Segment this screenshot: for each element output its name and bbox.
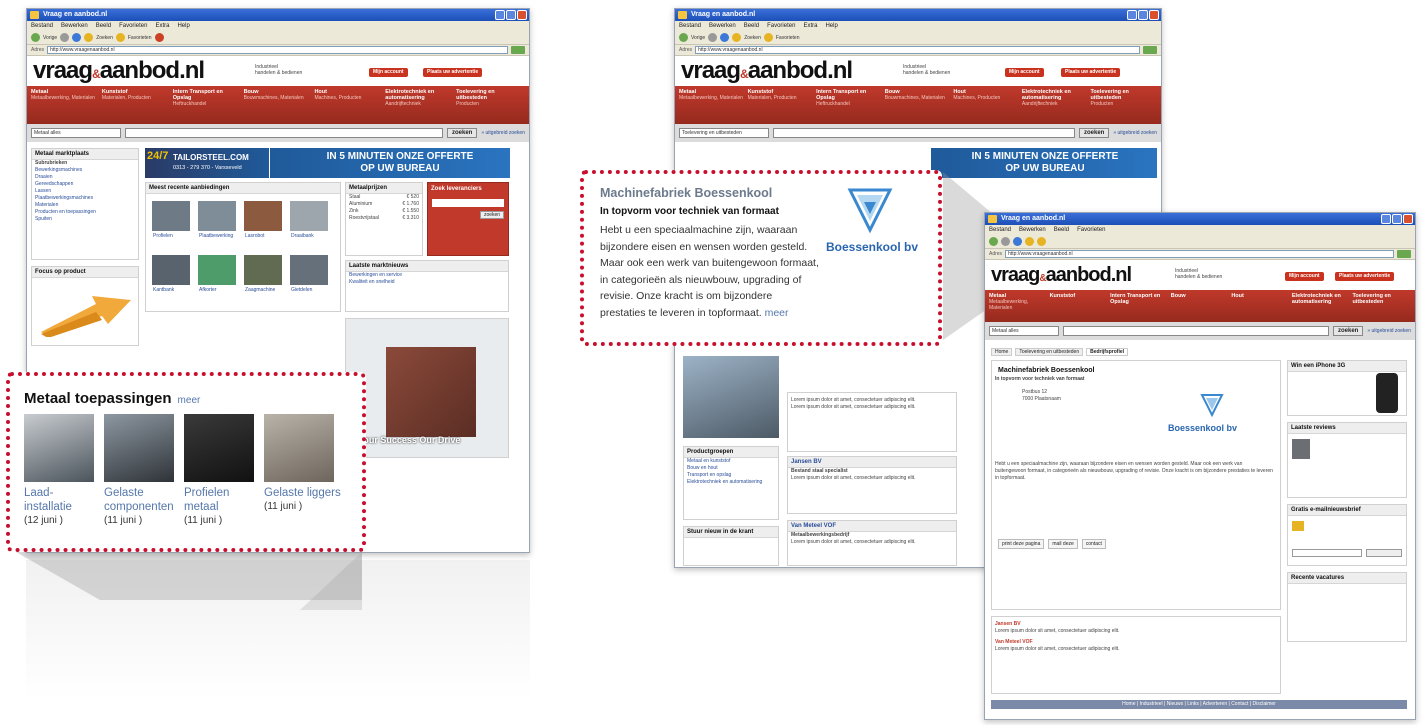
- breadcrumb-item[interactable]: Toelevering en uitbesteden: [1015, 348, 1084, 356]
- envelope-icon: [1292, 521, 1304, 531]
- forward-icon[interactable]: [1001, 237, 1010, 246]
- list-company-name[interactable]: Jansen BV: [992, 621, 1280, 628]
- breadcrumb: Home Toelevering en uitbesteden Bedrijfs…: [991, 348, 1129, 356]
- profile-tagline: In topvorm voor techniek van formaat: [995, 376, 1085, 382]
- search-icon[interactable]: [1025, 237, 1034, 246]
- address-input[interactable]: http://www.vraagenaanbod.nl: [1005, 250, 1394, 258]
- breadcrumb-item[interactable]: Bedrijfsprofiel: [1086, 348, 1129, 356]
- iphone-image: [1376, 373, 1398, 413]
- window-title: Vraag en aanbod.nl: [1001, 215, 1066, 222]
- profile-company-name: Machinefabriek Boessenkool: [998, 367, 1095, 374]
- site-footer: Home | Industrieel | Nieuws | Links | Ad…: [991, 700, 1407, 709]
- close-button[interactable]: [1403, 214, 1413, 224]
- search-row: Metaal alles zoeken » uitgebreid zoeken: [985, 322, 1415, 340]
- nav-item-kunststof[interactable]: Kunststof: [1050, 293, 1109, 319]
- browser-toolbar: [985, 235, 1415, 249]
- site-header: vraag&aanbod.nl Industrieel handelen & be…: [985, 260, 1415, 290]
- newsletter-submit-button[interactable]: [1366, 549, 1402, 557]
- profile-body: Hebt u een speciaalmachine zijn, waaraan…: [995, 461, 1273, 481]
- place-ad-button[interactable]: Plaats uw advertentie: [1335, 272, 1395, 281]
- menu-item[interactable]: Favorieten: [1077, 225, 1105, 235]
- nav-item-toelevering[interactable]: Toelevering en uitbesteden: [1352, 293, 1411, 319]
- search-button[interactable]: zoeken: [1333, 326, 1364, 336]
- reviews-panel: Laatste reviews: [1287, 422, 1407, 498]
- boessenkool-logo-icon: [1200, 394, 1224, 418]
- menu-item[interactable]: Bestand: [989, 225, 1011, 235]
- callout-more-link[interactable]: meer: [765, 307, 789, 319]
- callout-boessenkool: Machinefabriek Boessenkool In topvorm vo…: [580, 170, 942, 346]
- callout-tagline: In topvorm voor techniek van formaat: [600, 206, 779, 217]
- list-company-name[interactable]: Van Meteel VOF: [992, 639, 1280, 646]
- back-icon[interactable]: [989, 237, 998, 246]
- newsletter-input[interactable]: [1292, 549, 1362, 557]
- window-titlebar: Vraag en aanbod.nl: [985, 213, 1415, 225]
- minimize-button[interactable]: [1381, 214, 1391, 224]
- list-company-text: Lorem ipsum dolor sit amet, consectetuer…: [995, 628, 1120, 634]
- reviews-title: Laatste reviews: [1288, 423, 1406, 434]
- boessenkool-logo-text: Boessenkool bv: [825, 240, 919, 254]
- browser-window-detail: Vraag en aanbod.nl Bestand Bewerken Beel…: [984, 212, 1416, 720]
- go-button[interactable]: [1397, 250, 1411, 258]
- contact-button[interactable]: contact: [1081, 539, 1106, 549]
- site-slogan: Industrieel handelen & bedienen: [1175, 268, 1223, 280]
- callout-body: Hebt u een speciaalmachine zijn, waaraan…: [600, 224, 819, 319]
- mail-button[interactable]: mail deze: [1048, 539, 1078, 549]
- nav-item-hout[interactable]: Hout: [1231, 293, 1290, 319]
- print-button[interactable]: print deze pagina: [998, 539, 1045, 549]
- iphone-promo-panel[interactable]: Win een iPhone 3G: [1287, 360, 1407, 416]
- address-bar: Adres http://www.vraagenaanbod.nl: [985, 249, 1415, 260]
- site-page: vraag&aanbod.nl Industrieel handelen & be…: [985, 260, 1415, 719]
- account-button[interactable]: Mijn account: [1285, 272, 1324, 281]
- profile-actions: print deze pagina mail deze contact: [998, 539, 1106, 549]
- menu-item[interactable]: Bewerken: [1019, 225, 1046, 235]
- profile-logo-text: Boessenkool bv: [1168, 423, 1238, 433]
- newsletter-panel: Gratis e-mailnieuwsbrief: [1287, 504, 1407, 566]
- star-icon[interactable]: [1037, 237, 1046, 246]
- vacancies-title: Recente vacatures: [1288, 573, 1406, 584]
- vacancies-panel: Recente vacatures: [1287, 572, 1407, 642]
- browser-icon: [988, 215, 997, 223]
- list-company-text: Lorem ipsum dolor sit amet, consectetuer…: [995, 646, 1120, 652]
- company-profile-panel: Machinefabriek Boessenkool In topvorm vo…: [991, 360, 1281, 610]
- refresh-icon[interactable]: [1013, 237, 1022, 246]
- callout-company-name: Machinefabriek Boessenkool: [600, 186, 773, 200]
- nav-item-bouw[interactable]: Bouw: [1171, 293, 1230, 319]
- maximize-button[interactable]: [1392, 214, 1402, 224]
- avatar: [1292, 439, 1310, 459]
- nav-item-elektrotechniek[interactable]: Elektrotechniek en automatisering: [1292, 293, 1351, 319]
- newsletter-title: Gratis e-mailnieuwsbrief: [1288, 505, 1406, 516]
- nav-item-metaal[interactable]: Metaal Metaalbewerking, Materialen: [989, 293, 1048, 319]
- breadcrumb-item[interactable]: Home: [991, 348, 1013, 356]
- site-logo[interactable]: vraag&aanbod.nl: [991, 263, 1132, 291]
- boessenkool-logo-icon: [847, 188, 893, 234]
- advanced-search-link[interactable]: » uitgebreid zoeken: [1367, 328, 1411, 334]
- company-list-panel: Jansen BV Lorem ipsum dolor sit amet, co…: [991, 616, 1281, 694]
- search-input[interactable]: [1063, 326, 1329, 336]
- category-nav: Metaal Metaalbewerking, Materialen Kunsts…: [985, 290, 1415, 322]
- address-label: Adres: [989, 251, 1003, 257]
- menu-bar: Bestand Bewerken Beeld Favorieten: [985, 225, 1415, 235]
- category-select[interactable]: Metaal alles: [989, 326, 1059, 336]
- nav-item-transport[interactable]: Intern Transport en Opslag: [1110, 293, 1169, 319]
- iphone-title: Win een iPhone 3G: [1288, 361, 1406, 372]
- screenshot-collage: Vraag en aanbod.nl Bestand Bewerken Beel…: [0, 0, 1423, 725]
- menu-item[interactable]: Beeld: [1054, 225, 1069, 235]
